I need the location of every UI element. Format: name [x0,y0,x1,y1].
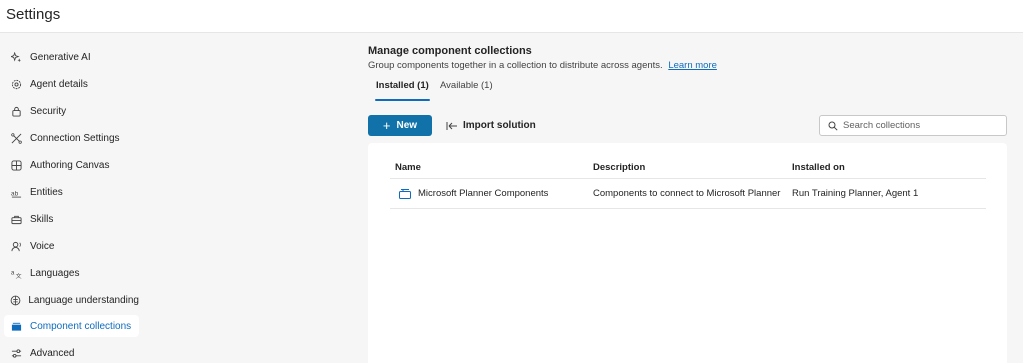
connection-icon [9,131,23,145]
sidebar-item-connection-settings[interactable]: Connection Settings [4,127,139,149]
sidebar-item-component-collections[interactable]: Component collections [4,315,139,337]
column-header-name[interactable]: Name [395,162,421,173]
new-button[interactable]: + New [368,115,432,136]
sidebar-item-label: Security [30,105,67,117]
sidebar-item-label: Authoring Canvas [30,159,110,171]
sidebar-item-label: Skills [30,213,54,225]
search-box[interactable] [819,115,1007,136]
section-description-text: Group components together in a collectio… [368,60,663,71]
sidebar-item-agent-details[interactable]: Agent details [4,73,139,95]
section-description: Group components together in a collectio… [368,60,717,71]
sidebar-item-label: Voice [30,240,55,252]
tab-installed-label: Installed (1) [376,80,429,91]
main-content: Manage component collections Group compo… [352,33,1023,363]
svg-text:ab: ab [11,190,19,197]
svg-text:a: a [11,270,15,276]
row-name[interactable]: Microsoft Planner Components [418,188,548,199]
search-input[interactable] [843,120,1003,131]
sidebar-item-generative-ai[interactable]: Generative AI [4,46,139,68]
sidebar-item-voice[interactable]: Voice [4,235,139,257]
languages-icon: a文 [9,266,23,280]
top-bar: Settings [0,0,1023,33]
sidebar-item-label: Connection Settings [30,132,120,144]
sidebar-item-label: Agent details [30,78,88,90]
sidebar-item-label: Component collections [30,320,132,332]
tab-available-label: Available (1) [440,80,493,91]
svg-text:文: 文 [15,272,21,279]
sidebar-item-security[interactable]: Security [4,100,139,122]
skills-icon [9,212,23,226]
active-tab-indicator [375,99,430,101]
sidebar-item-languages[interactable]: a文 Languages [4,262,139,284]
sidebar: Generative AI Agent details Security Con… [0,33,352,363]
sidebar-item-skills[interactable]: Skills [4,208,139,230]
canvas-icon [9,158,23,172]
tab-installed[interactable]: Installed (1) [375,80,430,102]
entities-icon: ab [9,185,23,199]
tab-available[interactable]: Available (1) [440,80,493,102]
sidebar-item-language-understanding[interactable]: Language understanding [4,289,139,311]
sparkle-icon [9,50,23,64]
column-header-installed-on[interactable]: Installed on [792,162,845,173]
new-button-label: New [396,120,418,131]
page-title: Settings [6,6,61,23]
sidebar-item-label: Languages [30,267,80,279]
learn-more-link[interactable]: Learn more [668,60,717,71]
row-installed-on: Run Training Planner, Agent 1 [792,188,919,199]
lock-icon [9,104,23,118]
divider [390,208,986,209]
collection-icon [9,319,23,333]
import-icon [446,121,457,130]
import-solution-button[interactable]: Import solution [446,115,536,136]
section-heading: Manage component collections [368,45,532,57]
voice-icon [9,239,23,253]
sidebar-item-label: Entities [30,186,63,198]
search-icon [828,121,838,131]
collections-table: Name Description Installed on Microsoft … [368,143,1007,363]
row-description: Components to connect to Microsoft Plann… [593,188,781,199]
collection-icon [399,189,411,199]
sidebar-item-label: Generative AI [30,51,91,63]
column-header-description[interactable]: Description [593,162,645,173]
sidebar-item-advanced[interactable]: Advanced [4,342,139,363]
gear-icon [9,77,23,91]
import-solution-label: Import solution [463,120,536,131]
sidebar-item-authoring-canvas[interactable]: Authoring Canvas [4,154,139,176]
brain-icon [9,293,21,307]
sidebar-item-label: Language understanding [28,294,139,306]
table-row[interactable]: Microsoft Planner Components Components … [390,179,986,208]
sidebar-item-entities[interactable]: ab Entities [4,181,139,203]
sliders-icon [9,346,23,360]
sidebar-item-label: Advanced [30,347,75,359]
plus-icon: + [382,118,391,133]
